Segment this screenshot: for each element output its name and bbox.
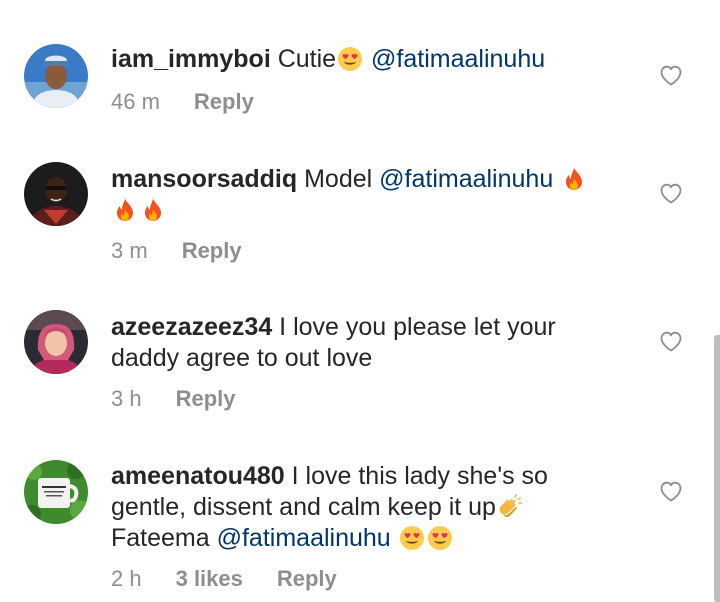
comment-text-line: gentle, dissent and calm keep it up	[111, 493, 496, 521]
comment-body: iam_immyboi Cutie @fatimaalinuhu	[111, 44, 611, 75]
heart-eyes-emoji-icon	[337, 46, 363, 72]
like-heart-icon[interactable]	[658, 180, 684, 206]
reply-button[interactable]: Reply	[182, 238, 242, 264]
fire-emoji-icon	[561, 166, 587, 192]
comment-username[interactable]: ameenatou480	[111, 462, 285, 490]
reply-button[interactable]: Reply	[176, 386, 236, 412]
avatar[interactable]	[24, 310, 88, 374]
reply-button[interactable]: Reply	[277, 566, 337, 592]
comment-time: 2 h	[111, 566, 142, 591]
heart-eyes-emoji-icon	[427, 525, 453, 551]
scrollbar[interactable]	[714, 335, 720, 602]
comment-text-line: Fateema	[111, 524, 217, 552]
comment-username[interactable]: iam_immyboi	[111, 45, 271, 73]
comment-meta: 3 m Reply	[111, 238, 242, 264]
comment-body: azeezazeez34 I love you please let your …	[111, 312, 611, 374]
comment-time: 3 m	[111, 238, 148, 263]
comment-text-line: daddy agree to out love	[111, 344, 373, 372]
comment-meta: 2 h 3 likes Reply	[111, 566, 337, 592]
comment-username[interactable]: mansoorsaddiq	[111, 165, 297, 193]
like-heart-icon[interactable]	[658, 62, 684, 88]
like-heart-icon[interactable]	[658, 328, 684, 354]
comment-text: Model	[297, 165, 380, 193]
heart-eyes-emoji-icon	[399, 525, 425, 551]
comments-screen: iam_immyboi Cutie @fatimaalinuhu 46 m Rep…	[0, 0, 720, 602]
like-heart-icon[interactable]	[658, 478, 684, 504]
clapping-hands-emoji-icon	[497, 494, 523, 520]
fire-emoji-icon	[112, 197, 138, 223]
comment-text: Cutie	[270, 45, 337, 73]
comment-mention[interactable]: @fatimaalinuhu	[371, 45, 545, 73]
likes-count[interactable]: 3 likes	[176, 566, 243, 592]
avatar[interactable]	[24, 162, 88, 226]
comment-mention[interactable]: @fatimaalinuhu	[379, 165, 553, 193]
comment-body: ameenatou480 I love this lady she's so g…	[111, 461, 611, 554]
avatar[interactable]	[24, 44, 88, 108]
comment-time: 3 h	[111, 386, 142, 411]
comment-username[interactable]: azeezazeez34	[111, 313, 272, 341]
comment-body: mansoorsaddiq Model @fatimaalinuhu	[111, 164, 611, 226]
comment-text-line: I love you please let your	[272, 313, 556, 341]
comment-time: 46 m	[111, 89, 160, 114]
comment-meta: 46 m Reply	[111, 89, 254, 115]
avatar[interactable]	[24, 460, 88, 524]
reply-button[interactable]: Reply	[194, 89, 254, 115]
comment-mention[interactable]: @fatimaalinuhu	[217, 524, 391, 552]
comment-text-line: I love this lady she's so	[284, 462, 548, 490]
fire-emoji-icon	[140, 197, 166, 223]
comment-meta: 3 h Reply	[111, 386, 236, 412]
